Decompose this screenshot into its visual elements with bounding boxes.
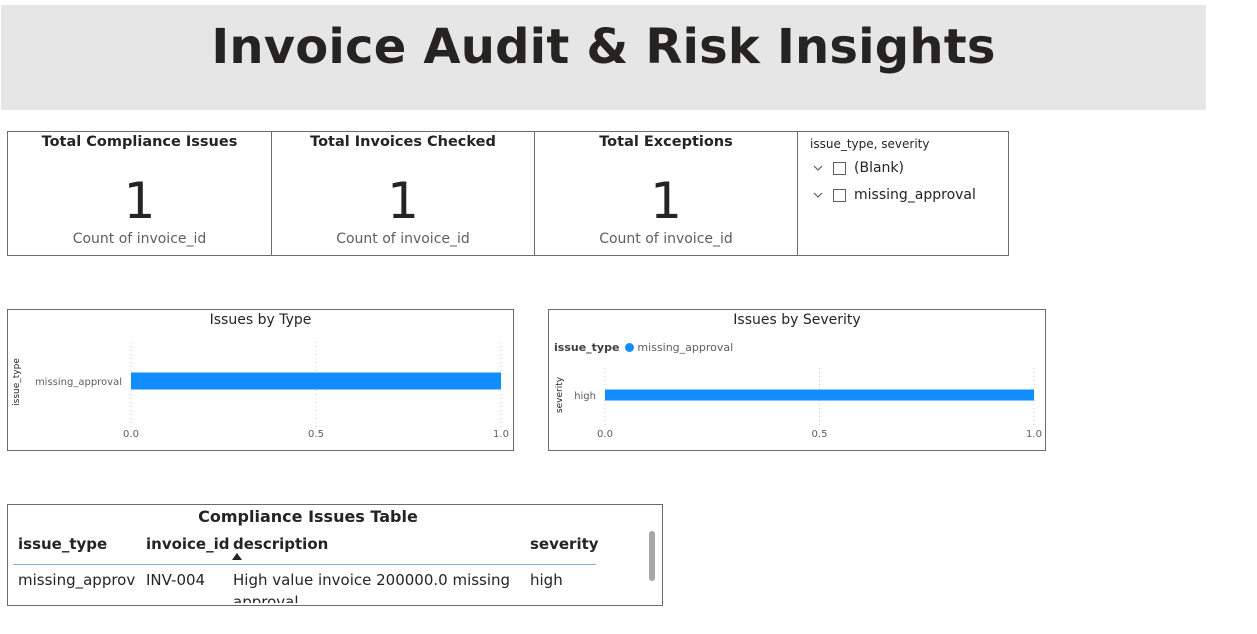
column-header-invoice-id[interactable]: invoice_id <box>146 535 230 553</box>
y-axis-title: severity <box>555 376 565 413</box>
issue-severity-slicer[interactable]: issue_type, severity (Blank) missing_app… <box>797 131 1009 256</box>
title-bar: Invoice Audit & Risk Insights <box>1 5 1206 110</box>
chevron-down-icon[interactable] <box>812 165 824 172</box>
table-title: Compliance Issues Table <box>198 507 418 526</box>
table-cell: missing_approval <box>18 571 136 589</box>
x-tick-label: 1.0 <box>493 429 509 440</box>
sort-ascending-icon <box>232 553 242 560</box>
checkbox[interactable] <box>833 188 846 202</box>
table-cell: high <box>530 571 563 589</box>
card-total-invoices-checked[interactable]: Total Invoices Checked 1 Count of invoic… <box>271 131 535 256</box>
chevron-down-icon[interactable] <box>812 192 824 199</box>
column-header-issue-type[interactable]: issue_type <box>18 535 107 553</box>
card-total-compliance-issues[interactable]: Total Compliance Issues 1 Count of invoi… <box>7 131 272 256</box>
x-tick-label: 0.0 <box>123 429 139 440</box>
column-header-severity[interactable]: severity <box>530 535 599 553</box>
table-cell: High value invoice 200000.0 missing appr… <box>233 571 511 603</box>
issues-by-severity-chart[interactable]: Issues by Severity issue_type missing_ap… <box>548 309 1046 451</box>
compliance-issues-table[interactable]: Compliance Issues Table issue_type invoi… <box>7 504 663 606</box>
card-value: 1 <box>387 172 419 230</box>
issues-by-type-plot: 0.0 0.5 1.0 issue_type missing_approval <box>12 342 509 440</box>
column-header-description[interactable]: description <box>233 535 328 553</box>
x-tick-label: 0.5 <box>308 429 324 440</box>
y-tick-label: missing_approval <box>35 377 122 388</box>
x-tick-label: 0.0 <box>597 429 613 440</box>
slicer-item-missing-approval[interactable]: missing_approval <box>812 185 976 205</box>
slicer-header: issue_type, severity <box>810 137 930 151</box>
bar <box>131 372 501 390</box>
bar <box>605 389 1034 401</box>
slicer-item-blank[interactable]: (Blank) <box>812 158 904 178</box>
x-tick-label: 1.0 <box>1026 429 1042 440</box>
header-divider <box>13 564 596 565</box>
checkbox[interactable] <box>833 161 846 175</box>
table-scrollbar[interactable] <box>649 531 655 581</box>
page-title: Invoice Audit & Risk Insights <box>211 19 996 75</box>
card-subtitle: Count of invoice_id <box>599 231 733 247</box>
y-tick-label: high <box>574 391 596 402</box>
card-subtitle: Count of invoice_id <box>336 231 470 247</box>
card-subtitle: Count of invoice_id <box>72 231 207 247</box>
card-value: 1 <box>650 172 682 230</box>
slicer-item-label: missing_approval <box>854 187 976 203</box>
x-tick-label: 0.5 <box>812 429 828 440</box>
table-cell: INV-004 <box>146 571 206 589</box>
card-title: Total Compliance Issues <box>41 134 238 150</box>
card-value: 1 <box>123 172 156 230</box>
y-axis-title: issue_type <box>12 358 22 406</box>
issues-by-severity-plot: 0.0 0.5 1.0 severity high <box>555 368 1042 440</box>
card-title: Total Exceptions <box>599 134 733 150</box>
card-title: Total Invoices Checked <box>310 134 496 150</box>
issues-by-type-chart[interactable]: Issues by Type 0.0 0.5 1.0 issue_type missin… <box>7 309 514 451</box>
card-total-exceptions[interactable]: Total Exceptions 1 Count of invoice_id <box>534 131 798 256</box>
slicer-item-label: (Blank) <box>854 160 904 176</box>
